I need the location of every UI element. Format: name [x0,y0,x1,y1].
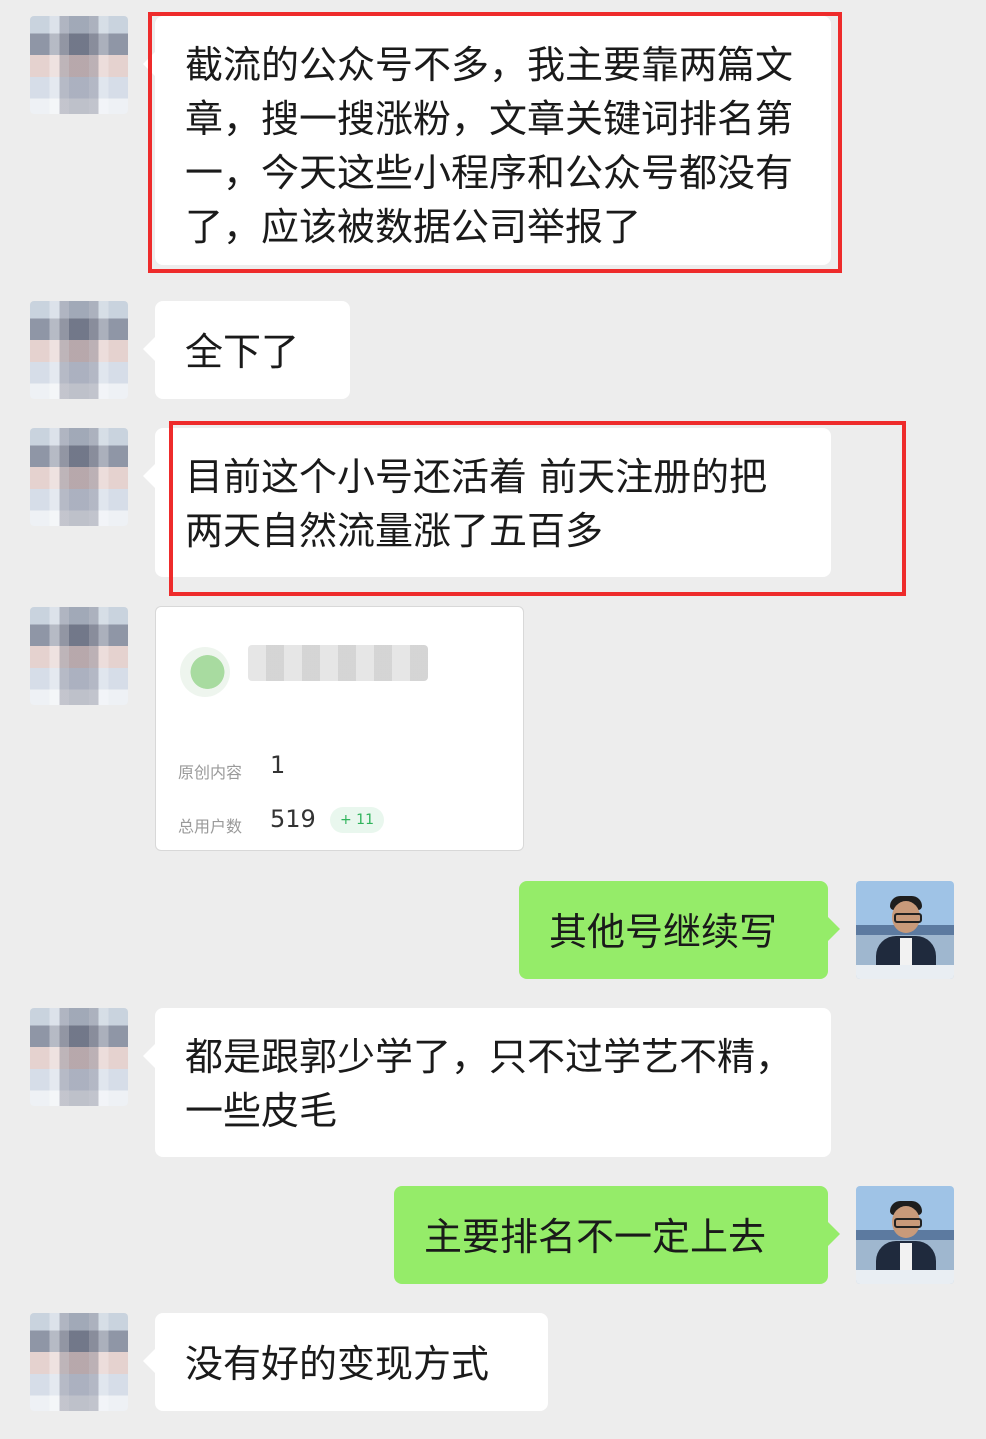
avatar-self[interactable] [856,881,954,979]
avatar[interactable] [30,16,128,114]
avatar[interactable] [30,428,128,526]
message-text: 主要排名不一定上去 [424,1215,767,1259]
avatar-rail [856,1270,954,1284]
avatar-shirt [900,938,912,966]
message-text: 没有好的变现方式 [185,1342,490,1386]
message-bubble[interactable]: 都是跟郭少学了，只不过学艺不精，一些皮毛 [143,1008,831,1157]
avatar-shirt [900,1243,912,1271]
avatar[interactable] [30,1313,128,1411]
message-bubble[interactable]: 截流的公众号不多，我主要靠两篇文章，搜一搜涨粉，文章关键词排名第一，今天这些小程… [143,16,831,265]
message-text: 其他号继续写 [549,910,778,954]
message-bubble[interactable]: 其他号继续写 [519,881,840,979]
message-bubble[interactable]: 没有好的变现方式 [143,1313,548,1411]
account-logo-icon [180,647,230,697]
account-name-blurred [248,645,428,681]
message-text: 全下了 [185,330,300,374]
message-text: 都是跟郭少学了，只不过学艺不精，一些皮毛 [185,1035,794,1133]
message-bubble[interactable]: 全下了 [143,301,350,399]
account-card[interactable]: 原创内容 1 总用户数 519 + 11 [155,606,524,851]
message-text: 截流的公众号不多，我主要靠两篇文章，搜一搜涨粉，文章关键词排名第一，今天这些小程… [185,43,794,249]
avatar[interactable] [30,607,128,705]
avatar-rail [856,965,954,979]
avatar-glasses [894,1218,922,1228]
message-bubble[interactable]: 主要排名不一定上去 [394,1186,840,1284]
original-content-value: 1 [270,751,286,779]
users-delta-badge: + 11 [330,807,384,833]
avatar-glasses [894,913,922,923]
total-users-value: 519 [270,805,316,833]
avatar[interactable] [30,301,128,399]
avatar[interactable] [30,1008,128,1106]
message-bubble[interactable]: 目前这个小号还活着 前天注册的把 两天自然流量涨了五百多 [143,428,831,577]
total-users-label: 总用户数 [178,817,243,836]
original-content-label: 原创内容 [178,763,243,782]
message-text: 目前这个小号还活着 前天注册的把 两天自然流量涨了五百多 [185,455,768,553]
avatar-self[interactable] [856,1186,954,1284]
